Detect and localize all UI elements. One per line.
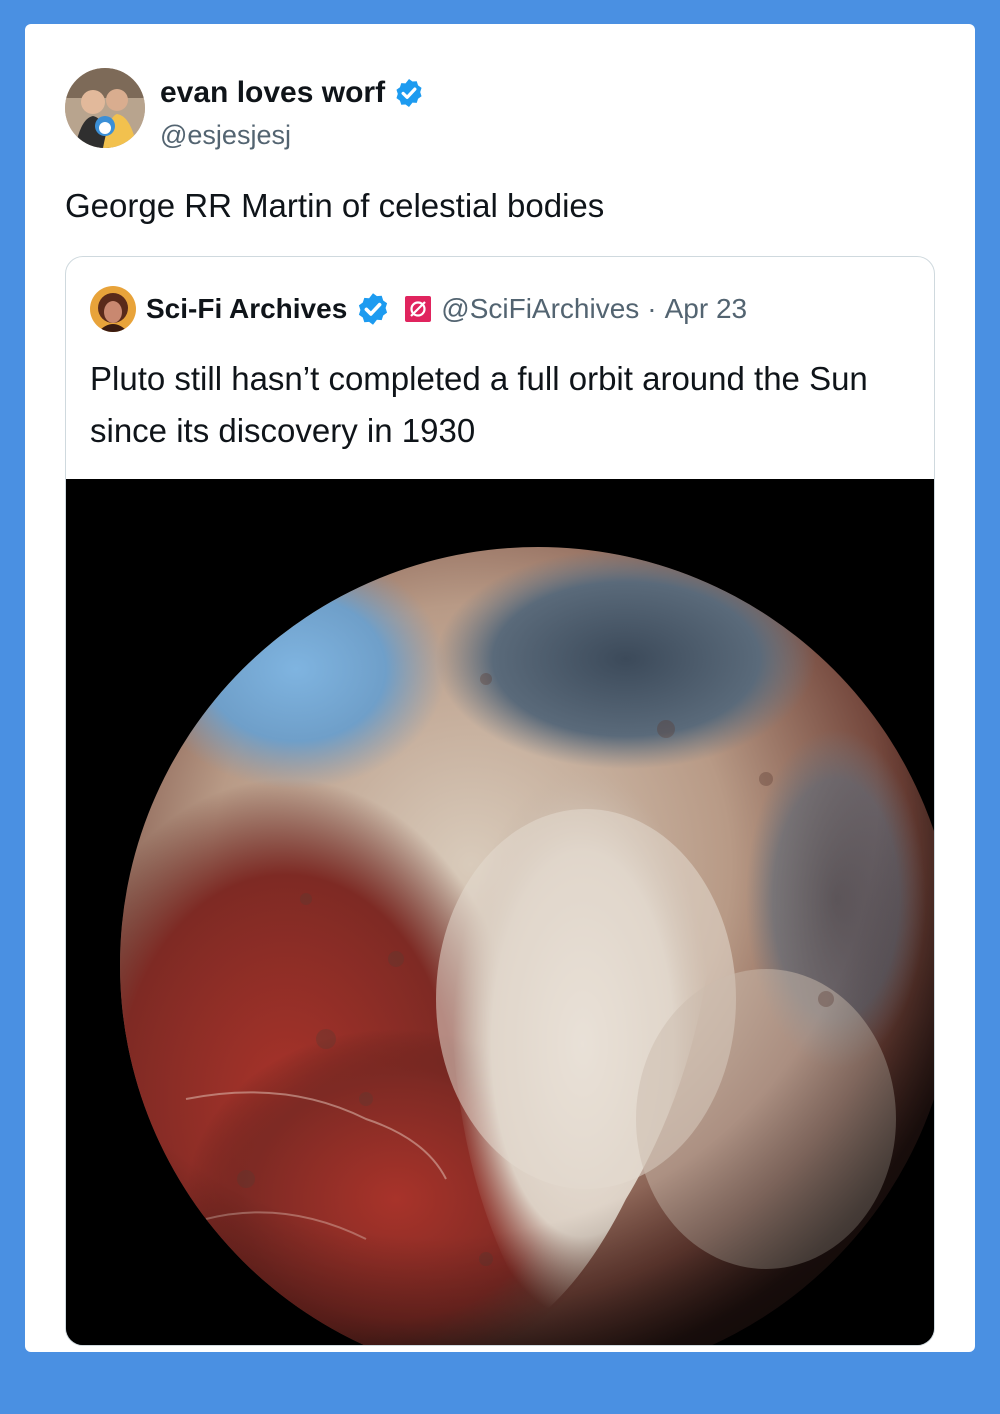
tweet-text: George RR Martin of celestial bodies xyxy=(65,187,605,224)
author-name[interactable]: evan loves worf xyxy=(160,76,385,110)
author-avatar[interactable] xyxy=(65,68,145,148)
author-handle[interactable]: @esjesjesj xyxy=(160,120,291,151)
tweet-card: evan loves worf @esjesjesj George RR Mar… xyxy=(25,24,975,1352)
quoted-author-name[interactable]: Sci-Fi Archives xyxy=(146,293,347,325)
quoted-tweet-header: Sci-Fi Archives @SciFiArchives · Apr 23 xyxy=(90,281,910,337)
tweet-author[interactable]: evan loves worf @esjesjesj xyxy=(65,68,765,151)
quoted-tweet-text: Pluto still hasn’t completed a full orbi… xyxy=(90,360,868,449)
verified-badge-icon xyxy=(396,79,422,107)
quoted-date[interactable]: Apr 23 xyxy=(665,293,748,325)
affiliate-badge-icon xyxy=(405,296,432,322)
quoted-author-avatar[interactable] xyxy=(90,286,136,332)
pluto-photo[interactable] xyxy=(66,479,934,1345)
verified-badge-icon xyxy=(359,293,388,325)
dot-separator: · xyxy=(647,293,657,324)
quoted-tweet[interactable]: Sci-Fi Archives @SciFiArchives · Apr 23 … xyxy=(65,256,935,1346)
quoted-author-handle[interactable]: @SciFiArchives xyxy=(441,293,639,325)
pluto-image xyxy=(66,479,934,1345)
